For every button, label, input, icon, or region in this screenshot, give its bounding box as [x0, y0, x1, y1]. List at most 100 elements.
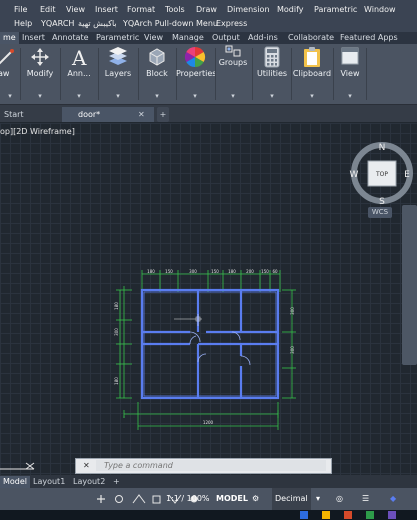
- tab-layout1[interactable]: Layout1: [30, 476, 68, 488]
- model-space-toggle[interactable]: MODEL: [216, 488, 248, 510]
- tab-view[interactable]: View: [144, 32, 163, 44]
- tab-parametric[interactable]: Parametric: [96, 32, 139, 44]
- menu-view[interactable]: View: [66, 2, 85, 17]
- menu-modify[interactable]: Modify: [277, 2, 304, 17]
- taskbar-chrome-icon[interactable]: [366, 511, 374, 519]
- dim-top-7: 150: [261, 269, 269, 274]
- chevron-down-icon[interactable]: ▾: [335, 92, 365, 100]
- panel-draw-label: aw: [0, 69, 10, 78]
- panel-view[interactable]: View ▾: [335, 44, 365, 104]
- menu-yqarch[interactable]: YQARCH: [41, 16, 74, 31]
- block-icon: [149, 48, 165, 66]
- panel-groups[interactable]: Groups ▾: [216, 44, 250, 104]
- chevron-down-icon[interactable]: ▾: [216, 92, 250, 100]
- chevron-down-icon[interactable]: ▾: [292, 92, 332, 100]
- panel-properties[interactable]: Properties ▾: [176, 44, 216, 104]
- panel-annotation[interactable]: A Ann... ▾: [62, 44, 96, 104]
- chevron-down-icon[interactable]: ▾: [140, 92, 174, 100]
- close-icon[interactable]: ✕: [138, 107, 145, 122]
- compass-south[interactable]: S: [379, 197, 385, 207]
- compass-north[interactable]: N: [379, 143, 386, 153]
- menu-window[interactable]: Window: [364, 2, 396, 17]
- divider: [366, 48, 367, 100]
- menu-draw[interactable]: Draw: [196, 2, 217, 17]
- compass-west[interactable]: W: [350, 170, 359, 180]
- chevron-down-icon[interactable]: ▾: [316, 488, 320, 510]
- panel-utilities[interactable]: Utilities ▾: [254, 44, 290, 104]
- menu-arabic[interactable]: ﺑﺎﻛﻴﺒﺶ ﺗﻬﻴﺔ: [78, 16, 117, 31]
- taskbar-app-icon[interactable]: [300, 511, 308, 519]
- panel-draw[interactable]: aw ▾: [0, 44, 20, 104]
- viewport-label[interactable]: op][2D Wireframe]: [0, 127, 75, 136]
- tab-home[interactable]: me: [0, 32, 19, 44]
- dim-left-2: 300: [114, 328, 119, 336]
- navigation-bar[interactable]: [402, 205, 417, 365]
- customization-icon[interactable]: ☰: [362, 488, 369, 510]
- menu-format[interactable]: Format: [127, 2, 155, 17]
- polar-icon[interactable]: [132, 494, 146, 504]
- osnap-icon[interactable]: [115, 495, 123, 503]
- chevron-down-icon[interactable]: ▾: [100, 92, 136, 100]
- workspace-icon[interactable]: ◎: [336, 488, 343, 510]
- tab-insert[interactable]: Insert: [22, 32, 45, 44]
- tab-annotate[interactable]: Annotate: [52, 32, 89, 44]
- command-input[interactable]: [96, 460, 326, 471]
- menu-help[interactable]: Help: [14, 16, 32, 31]
- tab-manage[interactable]: Manage: [172, 32, 204, 44]
- drawing-viewport[interactable]: op][2D Wireframe] TOP N S E W WCS 180 15…: [0, 123, 417, 475]
- snap-icon[interactable]: [97, 495, 105, 503]
- chevron-down-icon[interactable]: ▾: [254, 92, 290, 100]
- svg-text:A: A: [71, 46, 87, 68]
- tab-start[interactable]: Start: [0, 107, 54, 122]
- menu-tools[interactable]: Tools: [165, 2, 185, 17]
- tab-layout2[interactable]: Layout2: [70, 476, 108, 488]
- menu-dimension[interactable]: Dimension: [227, 2, 270, 17]
- annotation-scale[interactable]: 1:1 / 100%: [166, 488, 210, 510]
- layers-icon: [109, 47, 127, 65]
- dim-right-2: 300: [290, 346, 295, 354]
- tab-featured-apps[interactable]: Featured Apps: [340, 32, 398, 44]
- taskbar-app2-icon[interactable]: [388, 511, 396, 519]
- tab-output[interactable]: Output: [212, 32, 240, 44]
- gear-icon[interactable]: ⚙: [252, 488, 259, 510]
- new-layout-button[interactable]: +: [110, 476, 123, 488]
- chevron-down-icon[interactable]: ▾: [22, 92, 58, 100]
- viewcube-top-label: TOP: [375, 171, 388, 178]
- menu-row-1: File Edit View Insert Format Tools Draw …: [0, 2, 417, 17]
- document-tab-bar: Start door* ✕ +: [0, 105, 417, 122]
- tab-addins[interactable]: Add-ins: [248, 32, 278, 44]
- ribbon: aw ▾ Modify ▾ A Ann... ▾ Layers ▾ Block …: [0, 44, 417, 105]
- menu-parametric[interactable]: Parametric: [314, 2, 357, 17]
- new-tab-button[interactable]: +: [157, 107, 169, 122]
- dim-top-3: 300: [189, 269, 197, 274]
- command-close-icon[interactable]: ✕: [83, 459, 90, 473]
- menu-edit[interactable]: Edit: [40, 2, 56, 17]
- chevron-down-icon[interactable]: ▾: [176, 92, 214, 100]
- dim-right-1: 300: [290, 307, 295, 315]
- cursor-crosshair-icon: [174, 314, 202, 326]
- floor-plan-drawing: 180 150 300 150 180 200 150 60 1200 180 …: [114, 269, 296, 430]
- tab-document-door[interactable]: door* ✕: [62, 107, 154, 122]
- tab-model[interactable]: Model: [0, 476, 31, 488]
- walls: [140, 288, 280, 400]
- panel-modify[interactable]: Modify ▾: [22, 44, 58, 104]
- divider: [60, 48, 61, 100]
- otrack-icon[interactable]: [152, 495, 161, 504]
- menu-yqarch-pulldown[interactable]: YQArch Pull-down Menu: [123, 16, 218, 31]
- menu-express[interactable]: Express: [216, 16, 247, 31]
- chevron-down-icon[interactable]: ▾: [0, 92, 20, 100]
- isolate-icon[interactable]: ◆: [390, 488, 396, 510]
- units-dropdown[interactable]: Decimal: [272, 488, 311, 510]
- menu-insert[interactable]: Insert: [95, 2, 118, 17]
- panel-block[interactable]: Block ▾: [140, 44, 174, 104]
- tab-collaborate[interactable]: Collaborate: [288, 32, 334, 44]
- panel-clipboard[interactable]: Clipboard ▾: [292, 44, 332, 104]
- chevron-down-icon[interactable]: ▾: [62, 92, 96, 100]
- dim-left-1: 180: [114, 302, 119, 310]
- panel-layers[interactable]: Layers ▾: [100, 44, 136, 104]
- wcs-menu[interactable]: WCS: [368, 207, 392, 218]
- menu-file[interactable]: File: [14, 2, 27, 17]
- taskbar-autocad-icon[interactable]: [344, 511, 352, 519]
- taskbar-folder-icon[interactable]: [322, 511, 330, 519]
- compass-east[interactable]: E: [404, 170, 410, 180]
